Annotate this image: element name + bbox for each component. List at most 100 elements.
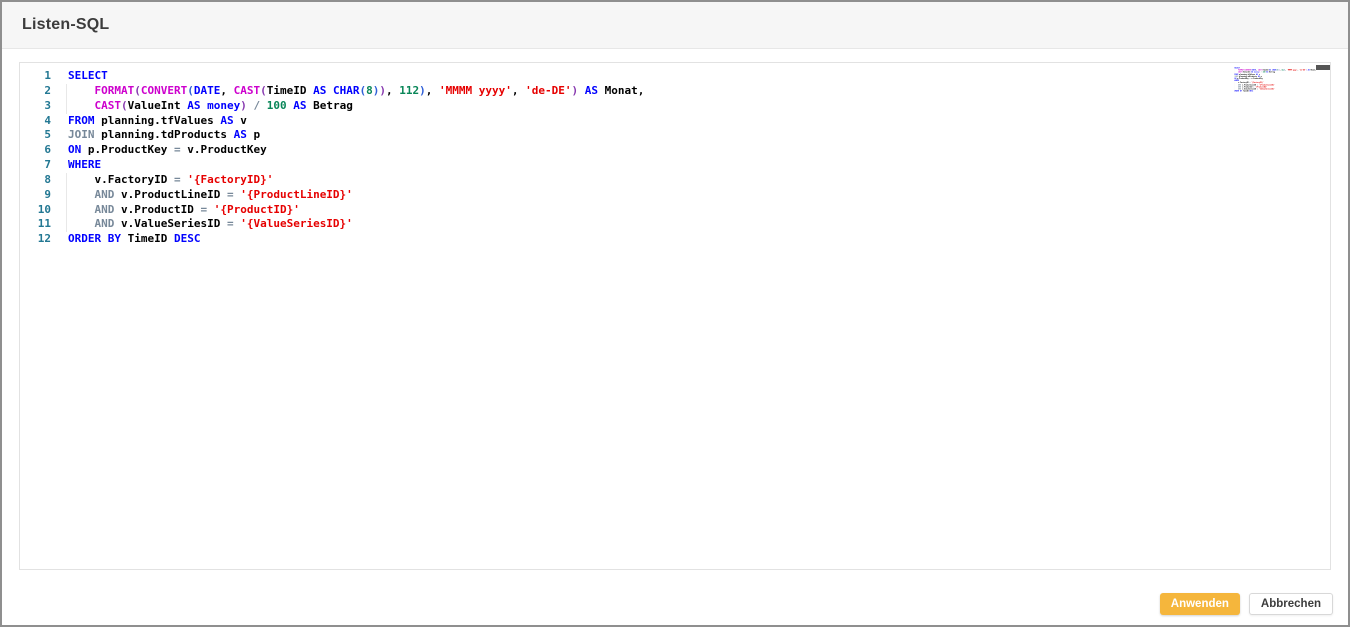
code-token: [598, 84, 605, 97]
code-token: 'MMMM yyyy': [1287, 69, 1297, 71]
code-line[interactable]: 11 AND v.ValueSeriesID = '{ValueSeriesID…: [20, 217, 644, 232]
code-token: AND: [95, 203, 115, 216]
code-token: '{ProductID}': [214, 203, 300, 216]
code-token: =: [227, 217, 234, 230]
code-token: WHERE: [68, 158, 101, 171]
code-line-text: WHERE: [68, 158, 101, 173]
code-token: (: [187, 84, 194, 97]
code-token: ORDER: [68, 232, 101, 245]
code-line[interactable]: 8 v.FactoryID = '{FactoryID}': [20, 173, 644, 188]
code-line-text: FROM planning.tfValues AS v: [68, 114, 247, 129]
code-line[interactable]: 2 FORMAT(CONVERT(DATE, CAST(TimeID AS CH…: [20, 84, 644, 99]
code-token: 'de-DE': [525, 84, 571, 97]
code-token: v.ProductKey: [187, 143, 266, 156]
code-token: v: [240, 114, 247, 127]
code-line[interactable]: 5JOIN planning.tdProducts AS p: [20, 128, 644, 143]
code-line-text: ORDER BY TimeID DESC: [1234, 90, 1253, 92]
code-token: [68, 203, 95, 216]
code-token: ): [419, 84, 426, 97]
dialog-title: Listen-SQL: [22, 16, 109, 34]
line-number: 8: [20, 173, 51, 188]
code-token: AS: [187, 99, 200, 112]
code-line[interactable]: 6ON p.ProductKey = v.ProductKey: [20, 143, 644, 158]
line-number: 7: [20, 158, 51, 173]
code-token: [68, 173, 95, 186]
code-token: AS: [220, 114, 233, 127]
code-token: '{ValueSeriesID}': [1259, 88, 1275, 90]
minimap-content: SELECT FORMAT(CONVERT(DATE, CAST(TimeID …: [1232, 67, 1323, 92]
code-token: AND: [95, 217, 115, 230]
code-line-text: JOIN planning.tdProducts AS p: [68, 128, 260, 143]
code-token: DESC: [174, 232, 201, 245]
code-token: '{ProductLineID}': [240, 188, 353, 201]
code-token: v.ProductKey: [1251, 78, 1262, 80]
code-token: [220, 217, 227, 230]
code-token: [121, 232, 128, 245]
code-token: ValueInt: [128, 99, 181, 112]
code-line[interactable]: 7 WHERE: [20, 158, 644, 173]
code-token: AS: [313, 84, 326, 97]
line-number: 9: [20, 188, 51, 203]
code-token: CAST: [234, 84, 261, 97]
cancel-button[interactable]: Abbrechen: [1249, 593, 1333, 615]
code-token: [167, 232, 174, 245]
code-token: ,: [220, 84, 227, 97]
code-token: [432, 84, 439, 97]
code-line-text: ORDER BY TimeID DESC: [68, 232, 201, 247]
dialog-header: Listen-SQL: [2, 2, 1348, 49]
code-line[interactable]: 10 AND v.ProductID = '{ProductID}': [20, 203, 644, 218]
code-token: ON: [68, 143, 81, 156]
apply-button[interactable]: Anwenden: [1160, 593, 1240, 615]
code-token: Betrag: [313, 99, 353, 112]
code-token: ): [379, 84, 386, 97]
code-token: =: [174, 143, 181, 156]
code-token: p.ProductKey: [88, 143, 167, 156]
code-token: [167, 143, 174, 156]
code-token: '{FactoryID}': [187, 173, 273, 186]
code-token: ): [240, 99, 247, 112]
code-token: [68, 99, 95, 112]
code-token: p: [253, 128, 260, 141]
code-line[interactable]: 9 AND v.ProductLineID = '{ProductLineID}…: [20, 188, 644, 203]
code-token: '{ValueSeriesID}': [240, 217, 353, 230]
code-token: DESC: [1249, 90, 1253, 92]
code-token: [114, 188, 121, 201]
code-line-text: AND v.ProductLineID = '{ProductLineID}': [68, 188, 353, 203]
code-token: [260, 99, 267, 112]
code-lines[interactable]: 1SELECT2 FORMAT(CONVERT(DATE, CAST(TimeI…: [20, 69, 644, 247]
code-token: [326, 84, 333, 97]
code-line-text: v.FactoryID = '{FactoryID}': [68, 173, 273, 188]
code-line[interactable]: 3 CAST(ValueInt AS money) / 100 AS Betra…: [20, 99, 644, 114]
code-token: SELECT: [68, 69, 108, 82]
code-token: [167, 173, 174, 186]
code-token: AS: [293, 99, 306, 112]
scrollbar-thumb[interactable]: [1316, 65, 1330, 70]
code-line-text: AND v.ValueSeriesID = '{ValueSeriesID}': [68, 217, 353, 232]
code-token: FORMAT: [95, 84, 135, 97]
code-token: (: [121, 99, 128, 112]
line-number: 1: [20, 69, 51, 84]
code-token: CAST: [95, 99, 122, 112]
code-token: CHAR: [333, 84, 360, 97]
code-token: 'MMMM yyyy': [439, 84, 512, 97]
code-token: [227, 128, 234, 141]
code-line[interactable]: 4FROM planning.tfValues AS v: [20, 114, 644, 129]
code-token: AND: [95, 188, 115, 201]
line-number: 10: [20, 203, 51, 218]
code-token: ,: [386, 84, 393, 97]
code-token: JOIN: [68, 128, 95, 141]
minimap[interactable]: SELECT FORMAT(CONVERT(DATE, CAST(TimeID …: [1232, 67, 1331, 177]
code-token: v.FactoryID: [95, 173, 168, 186]
code-token: TimeID: [267, 84, 307, 97]
code-token: v.ValueSeriesID: [121, 217, 220, 230]
code-line-text: CAST(ValueInt AS money) / 100 AS Betrag: [68, 99, 353, 114]
code-token: [114, 217, 121, 230]
code-line-text: SELECT: [68, 69, 108, 84]
sql-editor[interactable]: 1SELECT2 FORMAT(CONVERT(DATE, CAST(TimeI…: [19, 62, 1331, 570]
code-token: [114, 203, 121, 216]
code-line[interactable]: 1 SELECT: [20, 69, 644, 84]
code-line[interactable]: 12ORDER BY TimeID DESC: [20, 232, 644, 247]
code-token: TimeID: [128, 232, 168, 245]
code-token: BY: [108, 232, 121, 245]
code-token: =: [174, 173, 181, 186]
